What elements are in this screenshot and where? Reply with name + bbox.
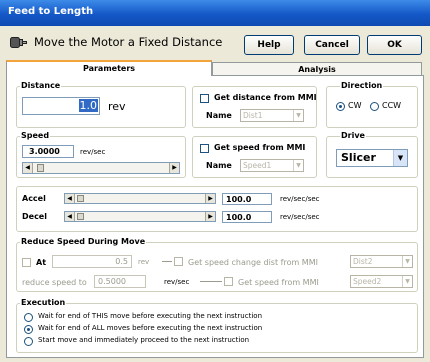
mmi-speed-checkbox[interactable] (200, 144, 209, 153)
mmi-distance-name-select[interactable]: Dist1 ▼ (240, 109, 304, 122)
speed-mmi-value: Speed2 (353, 277, 382, 286)
execution-option-all-label: Wait for end of ALL moves before executi… (38, 324, 263, 332)
slider-left-arrow-icon[interactable]: ◀ (23, 163, 33, 173)
direction-cw-radio[interactable] (336, 102, 345, 111)
speed-slider[interactable]: ◀ ▶ (22, 162, 180, 174)
reduce-to-input[interactable]: 0.5000 (94, 275, 146, 288)
mmi-speed-name-value: Speed1 (243, 161, 272, 170)
mmi-distance-name-label: Name (206, 111, 232, 120)
reduce-to-unit: rev/sec (164, 278, 190, 286)
direction-ccw-radio[interactable] (370, 102, 379, 111)
connector-line (162, 261, 172, 262)
distance-input[interactable]: 1.0 (22, 97, 100, 115)
slider-left-arrow-icon[interactable]: ◀ (65, 194, 75, 203)
drive-value: Slicer (341, 151, 376, 164)
speed-slider-thumb[interactable] (37, 164, 44, 172)
execution-label: Execution (20, 298, 67, 307)
reduce-at-input[interactable]: 0.5 (52, 255, 132, 268)
mmi-distance-label: Get distance from MMI (214, 93, 317, 102)
chevron-down-icon: ▼ (402, 276, 412, 287)
help-button[interactable]: Help (244, 35, 294, 55)
distance-unit: rev (108, 100, 126, 113)
connector-line (200, 281, 222, 282)
mmi-speed-name-label: Name (206, 161, 232, 170)
decel-label: Decel (22, 212, 47, 221)
execution-option-this-radio[interactable] (24, 313, 33, 322)
chevron-down-icon: ▼ (393, 150, 407, 166)
mmi-speed-label: Get speed from MMI (214, 143, 306, 152)
reduce-at-unit: rev (138, 258, 150, 266)
drive-label: Drive (340, 131, 366, 140)
reduce-to-label: reduce speed to (22, 278, 87, 287)
drive-select[interactable]: Slicer ▼ (336, 149, 408, 167)
mmi-distance-checkbox[interactable] (200, 94, 209, 103)
speed-label: Speed (20, 131, 51, 140)
reduce-speed-label: Reduce Speed During Move (20, 237, 147, 246)
motor-icon (10, 37, 27, 48)
slider-right-arrow-icon[interactable]: ▶ (169, 163, 179, 173)
header-title: Move the Motor a Fixed Distance (34, 35, 223, 49)
accel-input[interactable]: 100.0 (222, 193, 272, 205)
accel-unit: rev/sec/sec (280, 195, 320, 203)
execution-option-proceed-radio[interactable] (24, 337, 33, 346)
mmi-distance-name-value: Dist1 (243, 111, 263, 120)
distance-label: Distance (20, 81, 62, 90)
tab-parameters[interactable]: Parameters (6, 60, 212, 76)
accel-label: Accel (22, 194, 46, 203)
chevron-down-icon: ▼ (402, 256, 412, 267)
reduce-at-checkbox[interactable] (22, 258, 31, 267)
direction-ccw-label: CCW (382, 101, 402, 110)
mmi-speed-name-select[interactable]: Speed1 ▼ (240, 159, 304, 172)
change-dist-select[interactable]: Dist2 ▼ (350, 255, 413, 268)
speed-mmi-select[interactable]: Speed2 ▼ (350, 275, 413, 288)
change-dist-value: Dist2 (353, 257, 373, 266)
decel-slider[interactable]: ◀ ▶ (64, 211, 216, 222)
decel-slider-thumb[interactable] (77, 213, 84, 220)
chevron-down-icon: ▼ (293, 110, 303, 121)
tab-analysis[interactable]: Analysis (212, 62, 422, 76)
slider-right-arrow-icon[interactable]: ▶ (205, 212, 215, 221)
ok-button[interactable]: OK (367, 35, 422, 55)
execution-option-proceed-label: Start move and immediately proceed to th… (38, 336, 250, 344)
change-dist-mmi-label: Get speed change dist from MMI (188, 258, 318, 267)
chevron-down-icon: ▼ (293, 160, 303, 171)
reduce-at-label: At (36, 258, 47, 267)
speed-mmi-checkbox[interactable] (224, 277, 233, 286)
decel-input[interactable]: 100.0 (222, 211, 272, 223)
accel-slider-thumb[interactable] (77, 195, 84, 202)
change-dist-mmi-checkbox[interactable] (174, 257, 183, 266)
speed-unit: rev/sec (80, 148, 106, 156)
distance-value: 1.0 (78, 99, 98, 112)
direction-cw-label: CW (348, 101, 362, 110)
direction-label: Direction (340, 81, 384, 90)
decel-unit: rev/sec/sec (280, 213, 320, 221)
speed-input[interactable]: 3.0000 (22, 145, 74, 158)
window-title: Feed to Length (8, 6, 94, 17)
slider-right-arrow-icon[interactable]: ▶ (205, 194, 215, 203)
execution-option-this-label: Wait for end of THIS move before executi… (38, 312, 262, 320)
accel-slider[interactable]: ◀ ▶ (64, 193, 216, 204)
cancel-button[interactable]: Cancel (304, 35, 360, 55)
title-bar: Feed to Length (0, 0, 430, 26)
slider-left-arrow-icon[interactable]: ◀ (65, 212, 75, 221)
speed-mmi-label: Get speed from MMI (238, 278, 319, 287)
execution-option-all-radio[interactable] (24, 325, 33, 334)
